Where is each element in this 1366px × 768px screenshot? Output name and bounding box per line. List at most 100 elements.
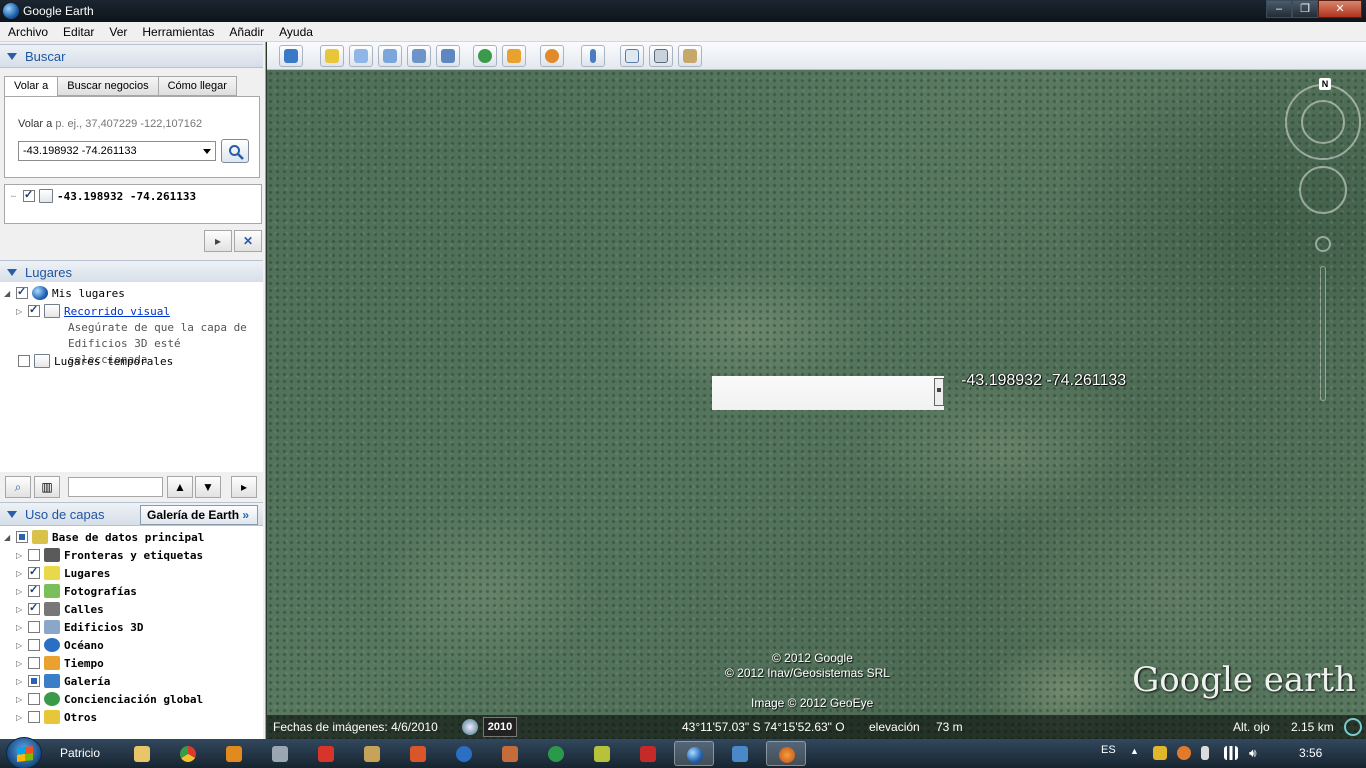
taskbar-firefox[interactable] — [766, 741, 806, 766]
my-places-checkbox[interactable] — [16, 285, 28, 299]
taskbar-google-earth[interactable] — [674, 741, 714, 766]
layer-checkbox[interactable] — [28, 621, 40, 633]
search-button[interactable] — [221, 139, 249, 163]
north-indicator[interactable]: N — [1319, 78, 1331, 90]
move-up-button[interactable]: ▲ — [167, 476, 193, 498]
expand-arrow-icon[interactable]: ▷ — [16, 623, 28, 632]
taskbar-app-8[interactable] — [444, 741, 484, 766]
historical-clock-icon[interactable] — [462, 719, 478, 735]
placemark-label[interactable]: -43.198932 -74.261133 — [961, 372, 1126, 390]
imagery-year-button[interactable]: 2010 — [483, 717, 517, 737]
menu-archivo[interactable]: Archivo — [0, 25, 55, 39]
layer-checkbox[interactable] — [28, 549, 40, 561]
expand-arrow-icon[interactable]: ◢ — [4, 289, 16, 298]
sunlight-button[interactable] — [502, 45, 526, 67]
planet-switch-button[interactable] — [540, 45, 564, 67]
taskbar-app-12[interactable] — [628, 741, 668, 766]
layer-checkbox[interactable] — [28, 583, 40, 597]
zoom-slider[interactable] — [1320, 266, 1326, 401]
tour-link[interactable]: Recorrido visual — [64, 305, 170, 318]
tab-find-business[interactable]: Buscar negocios — [57, 76, 159, 96]
clock-time[interactable]: 3:56 — [1299, 746, 1322, 760]
expand-arrow-icon[interactable]: ▷ — [16, 551, 28, 560]
expand-arrow-icon[interactable]: ▷ — [16, 569, 28, 578]
record-tour-button[interactable] — [436, 45, 460, 67]
temp-places-checkbox[interactable] — [18, 355, 30, 367]
layer-checkbox[interactable] — [28, 601, 40, 615]
layer-row[interactable]: ▷ Océano — [16, 638, 104, 652]
expand-arrow-icon[interactable]: ▷ — [16, 605, 28, 614]
menu-anadir[interactable]: Añadir — [221, 25, 271, 39]
layer-row[interactable]: ▷ Calles — [16, 601, 104, 616]
expand-arrow-icon[interactable]: ▷ — [16, 677, 28, 686]
layer-row[interactable]: ▷ Fotografías — [16, 583, 137, 598]
result-checkbox[interactable] — [23, 188, 35, 202]
panel-toggle-button[interactable]: ▥ — [34, 476, 60, 498]
taskbar-app-10[interactable] — [536, 741, 576, 766]
add-overlay-button[interactable] — [407, 45, 431, 67]
close-window-button[interactable]: ✕ — [1318, 0, 1362, 18]
my-places-row[interactable]: ◢ Mis lugares — [4, 285, 125, 300]
expand-arrow-icon[interactable]: ▷ — [16, 713, 28, 722]
tab-fly-to[interactable]: Volar a — [4, 76, 59, 97]
minimize-button[interactable]: – — [1266, 0, 1292, 18]
taskbar-media[interactable] — [214, 741, 254, 766]
fly-to-input[interactable]: -43.198932 -74.261133 — [18, 141, 216, 161]
tab-directions[interactable]: Cómo llegar — [157, 76, 237, 96]
menu-ayuda[interactable]: Ayuda — [271, 25, 320, 39]
taskbar-app-4[interactable] — [260, 741, 300, 766]
taskbar-app-11[interactable] — [582, 741, 622, 766]
copy-to-places-button[interactable]: ▸ — [204, 230, 232, 252]
email-button[interactable] — [620, 45, 644, 67]
temp-places-row[interactable]: Lugares temporales — [6, 354, 173, 368]
layer-checkbox[interactable] — [16, 531, 28, 543]
taskbar-app-6[interactable] — [352, 741, 392, 766]
add-path-button[interactable] — [378, 45, 402, 67]
layer-row[interactable]: ▷ Otros — [16, 710, 97, 724]
zoom-in-icon[interactable] — [1315, 236, 1331, 252]
search-section-header[interactable]: Buscar — [0, 44, 263, 68]
earth-gallery-button[interactable]: Galería de Earth » — [140, 505, 258, 525]
layer-row[interactable]: ▷ Galería — [16, 674, 110, 688]
look-joystick-icon[interactable] — [1301, 100, 1345, 144]
battery-icon[interactable] — [1201, 746, 1209, 760]
expand-arrow-icon[interactable]: ▷ — [16, 307, 28, 316]
taskbar-app-9[interactable] — [490, 741, 530, 766]
menu-editar[interactable]: Editar — [55, 25, 101, 39]
taskbar-app-5[interactable] — [306, 741, 346, 766]
layer-row[interactable]: ▷ Concienciación global — [16, 692, 203, 706]
layer-checkbox[interactable] — [28, 711, 40, 723]
layer-checkbox[interactable] — [28, 675, 40, 687]
taskbar-user-label[interactable]: Patricio — [60, 746, 100, 760]
earth-map-view[interactable]: -43.198932 -74.261133 N © 2012 Google © … — [267, 70, 1366, 739]
add-polygon-button[interactable] — [349, 45, 373, 67]
taskbar-app-7[interactable] — [398, 741, 438, 766]
menu-ver[interactable]: Ver — [101, 25, 134, 39]
layer-checkbox[interactable] — [28, 657, 40, 669]
start-button[interactable] — [6, 737, 42, 768]
places-section-header[interactable]: Lugares — [0, 260, 263, 284]
placemark-crosshair-icon[interactable] — [934, 378, 944, 406]
volume-icon[interactable]: 🔊︎ — [1249, 746, 1263, 760]
taskbar-explorer[interactable] — [122, 741, 162, 766]
print-button[interactable] — [649, 45, 673, 67]
sidebar-toggle-button[interactable] — [279, 45, 303, 67]
expand-arrow-icon[interactable]: ▷ — [16, 695, 28, 704]
dropdown-arrow-icon[interactable] — [203, 149, 211, 154]
tour-checkbox[interactable] — [28, 303, 40, 317]
move-joystick-icon[interactable] — [1299, 166, 1347, 214]
layer-row[interactable]: ▷ Edificios 3D — [16, 620, 143, 634]
clear-results-button[interactable]: ✕ — [234, 230, 262, 252]
tour-row[interactable]: ▷ Recorrido visual — [16, 303, 170, 318]
maximize-button[interactable]: ❐ — [1292, 0, 1318, 18]
expand-arrow-icon[interactable]: ▷ — [16, 641, 28, 650]
tray-app-icon[interactable] — [1153, 746, 1167, 760]
places-search-button[interactable]: ⌕ — [5, 476, 31, 498]
layer-checkbox[interactable] — [28, 693, 40, 705]
expand-arrow-icon[interactable]: ▷ — [16, 587, 28, 596]
historical-imagery-button[interactable] — [473, 45, 497, 67]
save-image-button[interactable] — [678, 45, 702, 67]
layer-row[interactable]: ◢ Base de datos principal — [4, 530, 204, 544]
ruler-button[interactable] — [581, 45, 605, 67]
move-down-button[interactable]: ▼ — [195, 476, 221, 498]
